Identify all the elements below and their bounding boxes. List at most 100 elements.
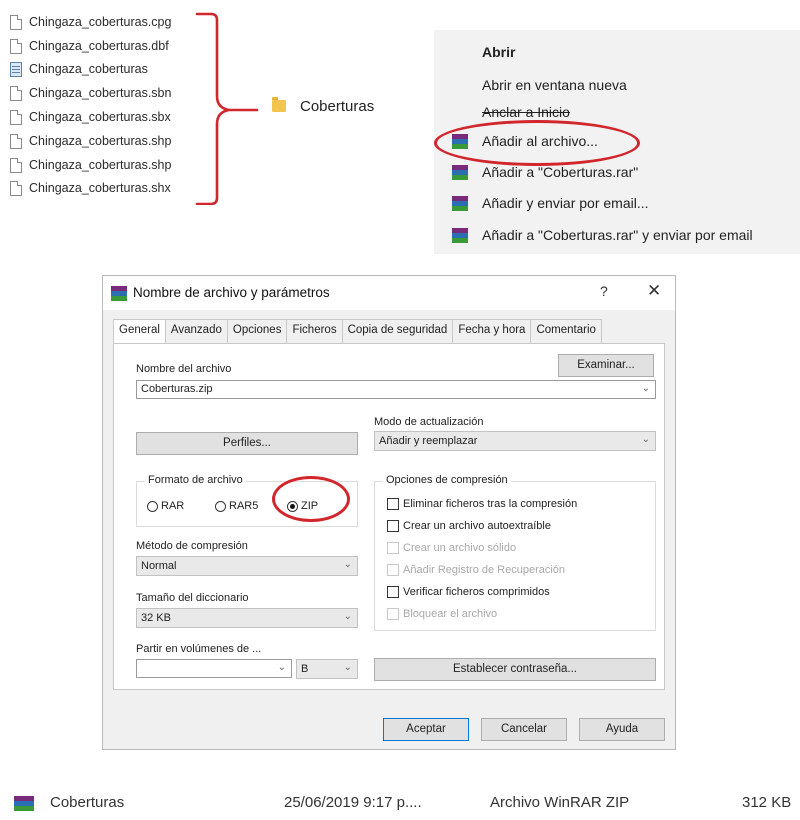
highlight-ellipse [434, 120, 640, 166]
checkbox-label: Verificar ficheros comprimidos [403, 586, 550, 598]
tab-backup[interactable]: Copia de seguridad [341, 319, 454, 344]
table-icon [10, 61, 22, 77]
file-name: Chingaza_coberturas.shp [29, 158, 172, 172]
format-radio-rar5[interactable]: RAR5 [215, 500, 258, 512]
split-size-field[interactable]: ⌄ [136, 659, 292, 678]
dictionary-value: 32 KB [141, 612, 171, 624]
compression-options-group: Opciones de compresión Eliminar ficheros… [374, 474, 656, 631]
menu-item-pin-start[interactable]: Anclar a Inicio [482, 104, 570, 120]
checkbox-label: Bloquear el archivo [403, 608, 498, 620]
file-name: Chingaza_coberturas.shp [29, 134, 172, 148]
archive-name-label: Nombre del archivo [136, 363, 232, 375]
update-mode-label: Modo de actualización [374, 416, 484, 428]
archive-name-field[interactable]: Coberturas.zip ⌄ [136, 380, 656, 399]
radio-icon [215, 500, 226, 512]
radio-label: RAR [161, 500, 185, 512]
file-name: Chingaza_coberturas.shx [29, 181, 171, 195]
close-icon[interactable]: ✕ [647, 281, 661, 301]
document-icon [10, 157, 22, 173]
tab-bar: General Avanzado Opciones Ficheros Copia… [113, 319, 602, 345]
tab-advanced[interactable]: Avanzado [164, 319, 228, 344]
file-item[interactable]: Chingaza_coberturas [10, 58, 148, 80]
checkbox-icon [387, 608, 399, 620]
tab-comment[interactable]: Comentario [530, 319, 602, 344]
chevron-down-icon[interactable]: ⌄ [642, 383, 650, 394]
chevron-down-icon: ⌄ [343, 559, 352, 570]
tab-options[interactable]: Opciones [226, 319, 288, 344]
menu-item-add-and-email[interactable]: Añadir y enviar por email... [482, 195, 649, 211]
cancel-button[interactable]: Cancelar [481, 718, 567, 741]
update-mode-select[interactable]: Añadir y reemplazar ⌄ [374, 431, 656, 451]
file-item[interactable]: Chingaza_coberturas.sbx [10, 106, 171, 128]
checkbox-label: Crear un archivo sólido [403, 542, 517, 554]
radio-label: RAR5 [229, 500, 259, 512]
checkbox-verify[interactable]: Verificar ficheros comprimidos [387, 586, 550, 598]
checkbox-icon [387, 542, 399, 554]
file-name: Chingaza_coberturas.cpg [29, 15, 172, 29]
dictionary-select[interactable]: 32 KB ⌄ [136, 608, 358, 628]
set-password-button[interactable]: Establecer contraseña... [374, 658, 656, 681]
chevron-down-icon: ⌄ [343, 611, 352, 622]
chevron-down-icon[interactable]: ⌄ [278, 662, 286, 673]
archive-dialog: Nombre de archivo y parámetros ? ✕ Gener… [102, 275, 676, 750]
file-item[interactable]: Chingaza_coberturas.shx [10, 177, 171, 199]
file-item[interactable]: Chingaza_coberturas.shp [10, 154, 171, 176]
method-select[interactable]: Normal ⌄ [136, 556, 358, 576]
file-item[interactable]: Chingaza_coberturas.shp [10, 130, 171, 152]
folder-name: Coberturas [300, 97, 375, 115]
document-icon [10, 180, 22, 196]
document-icon [10, 14, 22, 30]
ok-button[interactable]: Aceptar [383, 718, 469, 741]
menu-item-open[interactable]: Abrir [482, 44, 515, 60]
menu-item-add-to-rar[interactable]: Añadir a "Coberturas.rar" [482, 164, 638, 180]
general-panel: Nombre del archivo Examinar... Cobertura… [113, 343, 665, 690]
document-icon [10, 85, 22, 101]
file-item[interactable]: Chingaza_coberturas.cpg [10, 11, 171, 33]
checkbox-delete-after[interactable]: Eliminar ficheros tras la compresión [387, 498, 577, 510]
help-icon[interactable]: ? [600, 283, 608, 299]
file-item[interactable]: Chingaza_coberturas.sbn [10, 82, 171, 104]
checkbox-recovery-record: Añadir Registro de Recuperación [387, 564, 565, 576]
help-button[interactable]: Ayuda [579, 718, 665, 741]
radio-icon [147, 500, 158, 512]
profiles-button[interactable]: Perfiles... [136, 432, 358, 455]
folder-item[interactable]: Coberturas [272, 96, 374, 116]
format-radio-rar[interactable]: RAR [147, 500, 184, 512]
file-name: Chingaza_coberturas [29, 62, 148, 76]
checkbox-solid: Crear un archivo sólido [387, 542, 516, 554]
split-unit-value: B [301, 663, 309, 675]
file-item[interactable]: Chingaza_coberturas.dbf [10, 35, 169, 57]
chevron-down-icon: ⌄ [343, 662, 352, 673]
winrar-icon [452, 165, 468, 180]
checkbox-icon [387, 498, 399, 510]
checkbox-lock: Bloquear el archivo [387, 608, 497, 620]
result-file-name: Coberturas [50, 794, 125, 811]
tab-general[interactable]: General [113, 319, 166, 345]
file-name: Chingaza_coberturas.sbn [29, 86, 172, 100]
result-file-type: Archivo WinRAR ZIP [490, 794, 630, 811]
checkbox-label: Añadir Registro de Recuperación [403, 564, 566, 576]
winrar-icon [452, 228, 468, 243]
result-file-row[interactable]: Coberturas 25/06/2019 9:17 p.... Archivo… [14, 792, 800, 816]
curly-brace-annotation [195, 12, 259, 205]
highlight-ellipse [272, 476, 350, 522]
tab-files[interactable]: Ficheros [286, 319, 343, 344]
archive-name-value: Coberturas.zip [141, 383, 213, 395]
menu-item-add-rar-and-email[interactable]: Añadir a "Coberturas.rar" y enviar por e… [482, 227, 753, 243]
result-file-size: 312 KB [742, 794, 792, 811]
menu-item-open-new-window[interactable]: Abrir en ventana nueva [482, 77, 627, 93]
tab-time[interactable]: Fecha y hora [452, 319, 532, 344]
dictionary-label: Tamaño del diccionario [136, 592, 249, 604]
split-label: Partir en volúmenes de ... [136, 643, 262, 655]
method-label: Método de compresión [136, 540, 248, 552]
checkbox-icon [387, 586, 399, 598]
browse-button[interactable]: Examinar... [558, 354, 654, 377]
document-icon [10, 133, 22, 149]
checkbox-label: Eliminar ficheros tras la compresión [403, 498, 578, 510]
checkbox-icon [387, 520, 399, 532]
split-unit-select[interactable]: B ⌄ [296, 659, 358, 679]
file-name: Chingaza_coberturas.dbf [29, 39, 169, 53]
checkbox-sfx[interactable]: Crear un archivo autoextraíble [387, 520, 551, 532]
compression-options-label: Opciones de compresión [383, 474, 511, 486]
dialog-titlebar: Nombre de archivo y parámetros ? ✕ [103, 276, 675, 310]
